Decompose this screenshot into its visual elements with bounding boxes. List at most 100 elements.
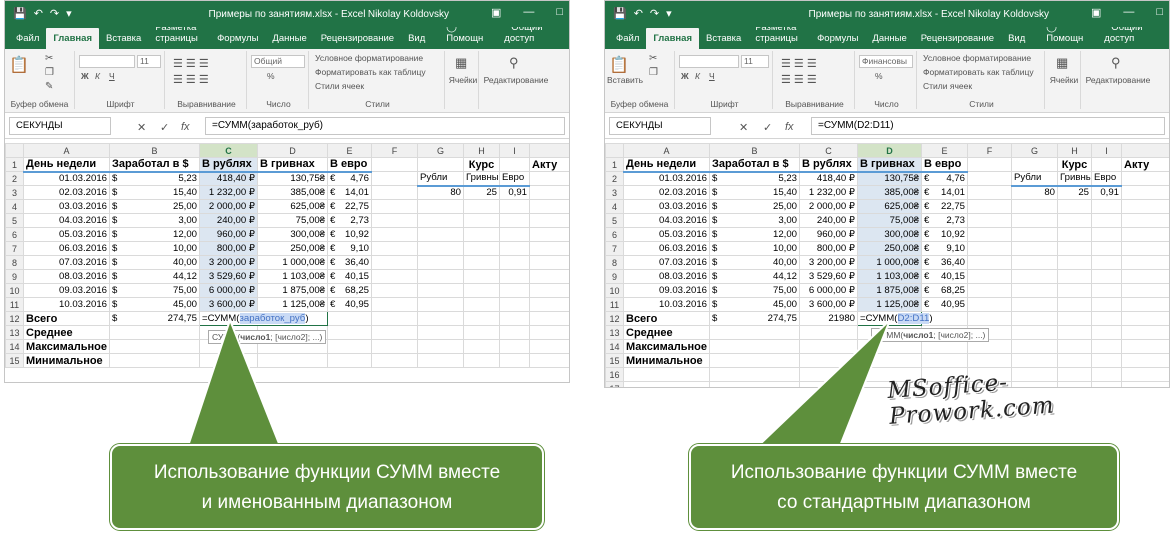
cell[interactable] [1011, 199, 1058, 214]
cell[interactable] [1011, 325, 1058, 340]
cell-uah[interactable]: 385,00₴ [257, 185, 328, 200]
cell[interactable] [463, 241, 500, 256]
cell[interactable] [371, 213, 418, 228]
header-actual[interactable]: Акту [1121, 157, 1169, 172]
cell-date[interactable]: 05.03.2016 [623, 227, 710, 242]
cell[interactable] [1057, 213, 1092, 228]
cell[interactable] [967, 255, 1012, 270]
tab-file[interactable]: Файл [609, 33, 646, 49]
tab-insert[interactable]: Вставка [99, 33, 148, 49]
cells-button[interactable]: Ячейки [1047, 75, 1081, 85]
align-icon[interactable]: ☰ ☰ ☰ [173, 57, 209, 70]
percent-button[interactable]: % [267, 71, 275, 81]
undo-icon[interactable]: ↶ [34, 7, 43, 20]
cell-uah[interactable]: 1 875,00₴ [257, 283, 328, 298]
cell[interactable] [371, 227, 418, 242]
redo-icon[interactable]: ↷ [50, 7, 59, 20]
column-header-b[interactable]: B [709, 143, 800, 158]
cell-rub[interactable]: 960,00 ₽ [199, 227, 258, 242]
cell[interactable] [967, 353, 1012, 368]
cell[interactable] [1091, 227, 1122, 242]
cell-uah[interactable]: 300,00₴ [857, 227, 922, 242]
cell[interactable] [1121, 199, 1169, 214]
cell[interactable] [967, 297, 1012, 312]
cell[interactable] [371, 339, 418, 354]
cell[interactable] [1121, 269, 1169, 284]
chevron-down-icon[interactable]: ▾ [666, 7, 672, 20]
row-header[interactable]: 1 [605, 157, 624, 172]
header-rub[interactable]: В рублях [799, 157, 858, 173]
tab-review[interactable]: Рецензирование [314, 33, 401, 49]
header-uah[interactable]: В гривнах [257, 157, 328, 173]
header-eur[interactable]: В евро [327, 157, 372, 173]
italic-button[interactable]: К [95, 71, 100, 81]
cell[interactable] [1091, 311, 1122, 326]
cell[interactable] [463, 213, 500, 228]
cell-eur[interactable]: €2,73 [327, 213, 372, 228]
cell[interactable] [1091, 283, 1122, 298]
font-size-box[interactable]: 11 [137, 55, 161, 68]
cell-rub[interactable]: 3 600,00 ₽ [199, 297, 258, 312]
row-header[interactable]: 6 [605, 227, 624, 242]
cell[interactable] [1091, 297, 1122, 312]
cell-date[interactable]: 02.03.2016 [623, 185, 710, 200]
cut-icon[interactable]: ✂ [45, 53, 53, 64]
cell[interactable] [1011, 241, 1058, 256]
cell[interactable] [1121, 283, 1169, 298]
row-header[interactable]: 4 [5, 199, 24, 214]
cell[interactable] [529, 325, 569, 340]
cell-date[interactable]: 02.03.2016 [23, 185, 110, 200]
tab-home[interactable]: Главная [46, 28, 99, 49]
cell[interactable] [529, 353, 569, 368]
row-header[interactable]: 10 [605, 283, 624, 298]
cut-icon[interactable]: ✂ [649, 53, 657, 64]
underline-button[interactable]: Ч [109, 71, 115, 81]
cell[interactable] [1057, 227, 1092, 242]
cell[interactable] [463, 283, 500, 298]
cell[interactable] [417, 339, 464, 354]
cell[interactable] [499, 199, 530, 214]
cell-usd[interactable]: $44,12 [109, 269, 200, 284]
label-max[interactable]: Максимальное [623, 339, 710, 354]
cell[interactable] [463, 227, 500, 242]
cell-eur[interactable]: €10,92 [921, 227, 968, 242]
row-header[interactable]: 9 [5, 269, 24, 284]
cell[interactable] [417, 227, 464, 242]
indent-icon[interactable]: ☰ ☰ ☰ [781, 73, 817, 86]
cell-uah[interactable]: 1 125,00₴ [257, 297, 328, 312]
cell[interactable] [371, 241, 418, 256]
cell[interactable] [529, 311, 569, 326]
tab-review[interactable]: Рецензирование [914, 33, 1001, 49]
cell-date[interactable]: 01.03.2016 [623, 171, 710, 186]
cell[interactable] [1121, 213, 1169, 228]
cells-icon[interactable]: ▦ [455, 55, 467, 71]
cell-usd[interactable]: $25,00 [709, 199, 800, 214]
cell-uah[interactable]: 250,00₴ [257, 241, 328, 256]
cell[interactable] [463, 311, 500, 326]
bold-button[interactable]: Ж [81, 71, 89, 81]
rate-rub-value[interactable]: 80 [417, 185, 464, 200]
cell-usd[interactable]: $40,00 [109, 255, 200, 270]
cell[interactable] [967, 241, 1012, 256]
cell[interactable] [967, 185, 1012, 200]
cell-usd[interactable]: $75,00 [109, 283, 200, 298]
cell-rub[interactable]: 3 529,60 ₽ [799, 269, 858, 284]
column-header-g[interactable]: G [417, 143, 464, 158]
cell-eur[interactable]: €22,75 [921, 199, 968, 214]
cell[interactable] [529, 339, 569, 354]
row-header[interactable]: 15 [5, 353, 24, 368]
cell[interactable] [1121, 185, 1169, 200]
cell[interactable] [1057, 199, 1092, 214]
header-day[interactable]: День недели [23, 157, 110, 173]
cell-usd[interactable]: $75,00 [709, 283, 800, 298]
select-all-corner[interactable] [605, 143, 624, 158]
cell-date[interactable]: 08.03.2016 [623, 269, 710, 284]
cell-eur[interactable]: €40,95 [327, 297, 372, 312]
cell[interactable] [499, 213, 530, 228]
cell-rub[interactable]: 6 000,00 ₽ [199, 283, 258, 298]
cell-usd[interactable]: $10,00 [109, 241, 200, 256]
row-header[interactable]: 3 [605, 185, 624, 200]
cell[interactable] [1091, 339, 1122, 354]
minimize-icon[interactable]: — [523, 6, 534, 19]
paste-icon[interactable]: 📋 [609, 55, 629, 75]
